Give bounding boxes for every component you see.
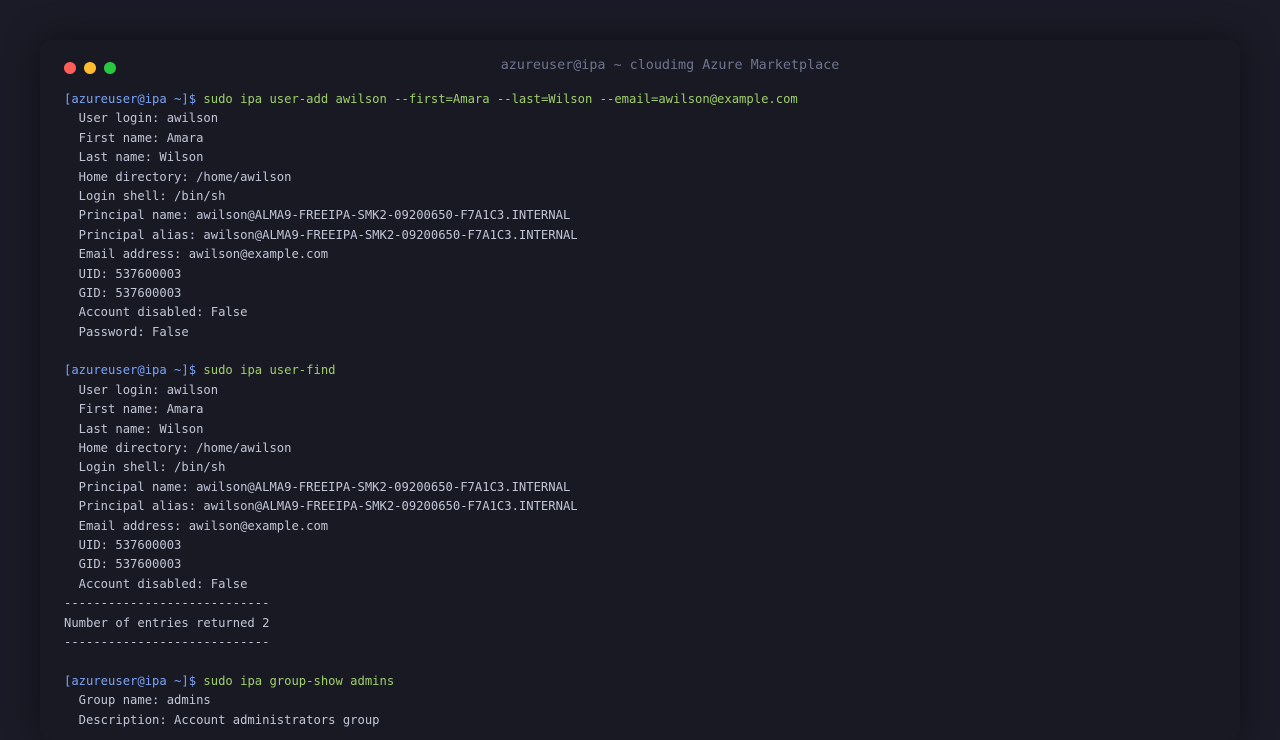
- output-line: First name: Amara: [64, 400, 1224, 419]
- title-bar: azureuser@ipa ~ cloudimg Azure Marketpla…: [40, 40, 1240, 96]
- output-text: UID: 537600003: [64, 537, 182, 552]
- output-text: Account disabled: False: [64, 305, 248, 320]
- output-line: ----------------------------: [64, 633, 1224, 652]
- output-line: Principal name: awilson@ALMA9-FREEIPA-SM…: [64, 478, 1224, 497]
- output-text: User login: awilson: [64, 382, 219, 397]
- output-text: Principal alias: awilson@ALMA9-FREEIPA-S…: [64, 499, 578, 514]
- output-line: First name: Amara: [64, 129, 1224, 148]
- output-text: Group name: admins: [64, 693, 211, 708]
- command-text: sudo ipa group-show admins: [203, 673, 395, 688]
- output-line: Group name: admins: [64, 691, 1224, 710]
- output-line: Home directory: /home/awilson: [64, 168, 1224, 187]
- output-line: Last name: Wilson: [64, 148, 1224, 167]
- output-line: GID: 537600003: [64, 555, 1224, 574]
- output-text: Last name: Wilson: [64, 150, 204, 165]
- output-text: Principal name: awilson@ALMA9-FREEIPA-SM…: [64, 208, 571, 223]
- output-line: User login: awilson: [64, 381, 1224, 400]
- output-text: Principal name: awilson@ALMA9-FREEIPA-SM…: [64, 479, 571, 494]
- output-line: Principal name: awilson@ALMA9-FREEIPA-SM…: [64, 206, 1224, 225]
- output-line: Number of entries returned 2: [64, 614, 1224, 633]
- output-line: Principal alias: awilson@ALMA9-FREEIPA-S…: [64, 497, 1224, 516]
- output-text: Password: False: [64, 324, 189, 339]
- shell-prompt: [azureuser@ipa ~]$: [64, 92, 204, 106]
- window-title: azureuser@ipa ~ cloudimg Azure Marketpla…: [500, 58, 840, 73]
- output-line: Email address: awilson@example.com: [64, 517, 1224, 536]
- output-text: Principal alias: awilson@ALMA9-FREEIPA-S…: [64, 227, 578, 242]
- output-text: Login shell: /bin/sh: [64, 188, 226, 203]
- shell-prompt: [azureuser@ipa ~]$: [64, 673, 204, 688]
- output-text: Home directory: /home/awilson: [64, 169, 292, 184]
- output-line: ----------------------------: [64, 594, 1224, 613]
- command-text: sudo ipa user-add awilson --first=Amara …: [203, 92, 798, 106]
- output-text: ----------------------------: [64, 596, 270, 611]
- output-text: Home directory: /home/awilson: [64, 441, 292, 456]
- shell-prompt: [azureuser@ipa ~]$: [64, 363, 204, 378]
- output-line: Last name: Wilson: [64, 420, 1224, 439]
- output-text: Last name: Wilson: [64, 421, 204, 436]
- output-text: GID: 537600003: [64, 557, 182, 572]
- output-line: Account disabled: False: [64, 575, 1224, 594]
- output-line: Login shell: /bin/sh: [64, 458, 1224, 477]
- output-line: Login shell: /bin/sh: [64, 187, 1224, 206]
- command-line: [azureuser@ipa ~]$ sudo ipa user-add awi…: [64, 90, 1224, 109]
- output-text: First name: Amara: [64, 130, 204, 145]
- output-line: Home directory: /home/awilson: [64, 439, 1224, 458]
- command-text: sudo ipa user-find: [203, 363, 336, 378]
- output-text: Login shell: /bin/sh: [64, 460, 226, 475]
- terminal-window: azureuser@ipa ~ cloudimg Azure Marketpla…: [40, 40, 1240, 740]
- output-line: Account disabled: False: [64, 303, 1224, 322]
- terminal-output[interactable]: [azureuser@ipa ~]$ sudo ipa user-add awi…: [64, 90, 1224, 730]
- output-text: UID: 537600003: [64, 266, 182, 281]
- output-line: Password: False: [64, 323, 1224, 342]
- output-text: ----------------------------: [64, 634, 270, 649]
- output-line: Email address: awilson@example.com: [64, 245, 1224, 264]
- output-line: User login: awilson: [64, 109, 1224, 128]
- output-line: GID: 537600003: [64, 284, 1224, 303]
- output-line: UID: 537600003: [64, 265, 1224, 284]
- output-text: Account disabled: False: [64, 576, 248, 591]
- output-text: GID: 537600003: [64, 285, 182, 300]
- output-text: Email address: awilson@example.com: [64, 518, 329, 533]
- output-text: Email address: awilson@example.com: [64, 247, 329, 262]
- output-text: User login: awilson: [64, 111, 219, 126]
- output-text: First name: Amara: [64, 402, 204, 417]
- command-line: [azureuser@ipa ~]$ sudo ipa user-find: [64, 361, 1224, 380]
- output-line: Principal alias: awilson@ALMA9-FREEIPA-S…: [64, 226, 1224, 245]
- output-line: UID: 537600003: [64, 536, 1224, 555]
- output-text: Number of entries returned 2: [64, 615, 270, 630]
- command-line: [azureuser@ipa ~]$ sudo ipa group-show a…: [64, 672, 1224, 691]
- output-line: Description: Account administrators grou…: [64, 711, 1224, 730]
